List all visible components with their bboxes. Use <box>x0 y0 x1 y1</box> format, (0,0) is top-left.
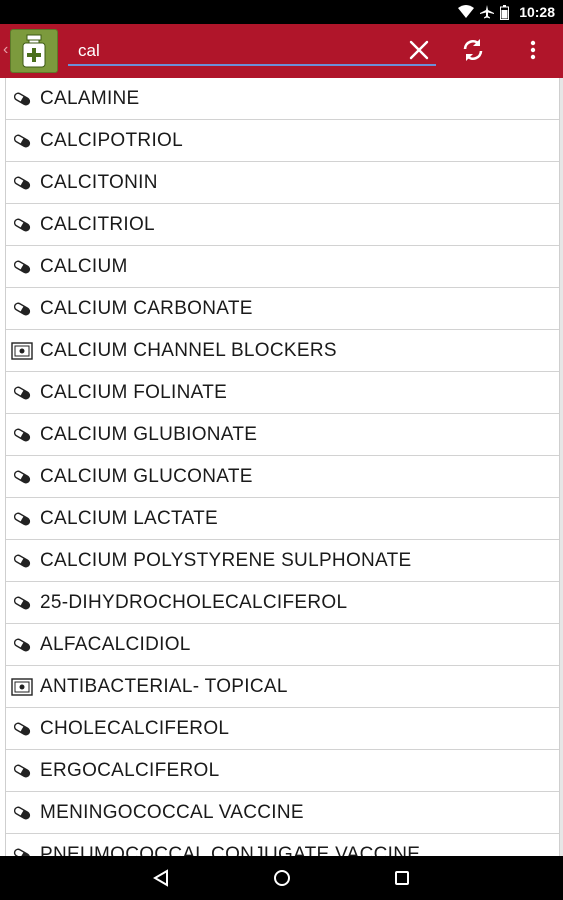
list-item[interactable]: CHOLECALCIFEROL <box>6 708 559 750</box>
list-item[interactable]: ERGOCALCIFEROL <box>6 750 559 792</box>
list-item[interactable]: 25-DIHYDROCHOLECALCIFEROL <box>6 582 559 624</box>
pill-icon <box>10 593 34 613</box>
wifi-icon <box>458 5 475 19</box>
status-time: 10:28 <box>519 4 555 20</box>
pill-icon <box>10 845 34 856</box>
list-item-label: CALCIUM CARBONATE <box>40 297 253 319</box>
pill-icon <box>10 299 34 319</box>
overflow-menu-icon <box>530 40 536 60</box>
list-item[interactable]: CALAMINE <box>6 78 559 120</box>
pill-icon <box>10 467 34 487</box>
pill-icon <box>10 551 34 571</box>
list-item-label: CALCIUM LACTATE <box>40 507 218 529</box>
list-item-label: CALCIUM GLUBIONATE <box>40 423 258 445</box>
battery-icon <box>500 4 510 20</box>
home-button[interactable] <box>262 864 302 892</box>
pill-icon <box>10 635 34 655</box>
list-item-label: ANTIBACTERIAL- TOPICAL <box>40 675 288 697</box>
status-icons: 10:28 <box>458 0 555 24</box>
close-icon <box>409 40 429 60</box>
result-list[interactable]: CALAMINE CALCIPOTRIOL CALCITONIN CALCITRIOL… <box>5 78 560 856</box>
list-item[interactable]: CALCIUM CARBONATE <box>6 288 559 330</box>
list-item[interactable]: ALFACALCIDIOL <box>6 624 559 666</box>
pill-icon <box>10 215 34 235</box>
pill-icon <box>10 761 34 781</box>
list-item-label: CALCIUM <box>40 255 128 277</box>
list-item[interactable]: CALCIUM CHANNEL BLOCKERS <box>6 330 559 372</box>
list-item[interactable]: CALCIUM POLYSTYRENE SULPHONATE <box>6 540 559 582</box>
list-item[interactable]: CALCIUM GLUCONATE <box>6 456 559 498</box>
list-item-label: PNEUMOCOCCAL CONJUGATE VACCINE <box>40 843 421 857</box>
pill-icon <box>10 383 34 403</box>
list-item-label: MENINGOCOCCAL VACCINE <box>40 801 304 823</box>
action-bar: ‹ <box>0 24 563 78</box>
drug-class-icon <box>10 677 34 697</box>
pill-icon <box>10 131 34 151</box>
pill-icon <box>10 425 34 445</box>
list-item[interactable]: CALCIPOTRIOL <box>6 120 559 162</box>
list-item[interactable]: CALCIUM GLUBIONATE <box>6 414 559 456</box>
search-input[interactable] <box>76 38 400 64</box>
pill-icon <box>10 803 34 823</box>
list-item-label: CALCIUM POLYSTYRENE SULPHONATE <box>40 549 412 571</box>
pill-icon <box>10 719 34 739</box>
pill-icon <box>10 89 34 109</box>
navigation-bar <box>0 856 563 900</box>
list-item[interactable]: ANTIBACTERIAL- TOPICAL <box>6 666 559 708</box>
list-item[interactable]: PNEUMOCOCCAL CONJUGATE VACCINE <box>6 834 559 856</box>
overflow-menu-button[interactable] <box>520 34 546 66</box>
recents-icon <box>395 871 409 885</box>
list-item[interactable]: CALCITONIN <box>6 162 559 204</box>
list-item-label: CALCIUM CHANNEL BLOCKERS <box>40 339 337 361</box>
list-item-label: ALFACALCIDIOL <box>40 633 191 655</box>
list-item-label: 25-DIHYDROCHOLECALCIFEROL <box>40 591 348 613</box>
list-item[interactable]: CALCIUM FOLINATE <box>6 372 559 414</box>
status-bar: 10:28 <box>0 0 563 24</box>
medicine-bottle-icon[interactable] <box>10 29 58 73</box>
clear-search-button[interactable] <box>404 34 434 66</box>
refresh-icon <box>463 39 483 61</box>
pill-icon <box>10 173 34 193</box>
list-item-label: CALCITONIN <box>40 171 158 193</box>
airplane-icon <box>480 5 495 19</box>
back-button[interactable] <box>141 864 181 892</box>
list-item-label: ERGOCALCIFEROL <box>40 759 220 781</box>
refresh-button[interactable] <box>456 34 490 66</box>
list-item-label: CALCIUM GLUCONATE <box>40 465 253 487</box>
search-field[interactable] <box>68 36 436 66</box>
search-underline <box>68 64 436 66</box>
list-item[interactable]: CALCIUM <box>6 246 559 288</box>
pill-icon <box>10 509 34 529</box>
list-item[interactable]: CALCITRIOL <box>6 204 559 246</box>
drug-class-icon <box>10 341 34 361</box>
back-icon <box>153 869 168 887</box>
list-item-label: CHOLECALCIFEROL <box>40 717 230 739</box>
recents-button[interactable] <box>382 864 422 892</box>
list-item-label: CALAMINE <box>40 87 140 109</box>
list-item-label: CALCIUM FOLINATE <box>40 381 228 403</box>
list-item-label: CALCIPOTRIOL <box>40 129 183 151</box>
home-icon <box>274 870 290 886</box>
list-item[interactable]: MENINGOCOCCAL VACCINE <box>6 792 559 834</box>
pill-icon <box>10 257 34 277</box>
list-item-label: CALCITRIOL <box>40 213 155 235</box>
list-item[interactable]: CALCIUM LACTATE <box>6 498 559 540</box>
